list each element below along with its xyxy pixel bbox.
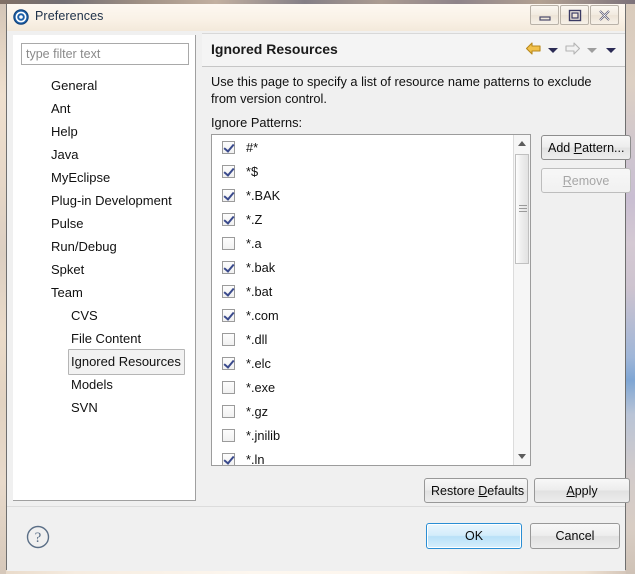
pattern-label: *.a [246, 235, 262, 251]
pattern-row[interactable]: *.bat [212, 279, 515, 303]
sidebar-item-svn[interactable]: SVN [13, 395, 194, 418]
sidebar-item-help[interactable]: Help [13, 119, 194, 142]
pattern-row[interactable]: *.exe [212, 375, 515, 399]
page-menu-chevron-down-icon[interactable] [606, 47, 616, 53]
cancel-button[interactable]: Cancel [530, 523, 620, 549]
pattern-label: *.ln [246, 451, 265, 466]
maximize-restore-icon[interactable] [560, 5, 589, 25]
pattern-row[interactable]: #* [212, 135, 515, 159]
pattern-checkbox[interactable] [222, 356, 235, 370]
pattern-row[interactable]: *$ [212, 159, 515, 183]
close-icon[interactable] [590, 5, 619, 25]
pattern-checkbox[interactable] [222, 380, 235, 394]
remove-label: Remove [562, 173, 610, 188]
title-bar: Preferences [7, 4, 625, 32]
svg-text:?: ? [35, 530, 42, 546]
restore-defaults-button[interactable]: Restore Defaults [424, 478, 528, 503]
sidebar-item-myeclipse[interactable]: MyEclipse [13, 165, 194, 188]
apply-button[interactable]: Apply [534, 478, 630, 503]
pattern-checkbox[interactable] [222, 260, 235, 274]
pattern-label: *.bak [246, 259, 276, 275]
pattern-row[interactable]: *.Z [212, 207, 515, 231]
pattern-checkbox[interactable] [222, 332, 235, 346]
ignore-patterns-rows: #* *$ *.BAK *.Z *.a *.bak *.bat *.com *.dll *.elc… [212, 135, 515, 465]
pattern-row[interactable]: *.jnilib [212, 423, 515, 447]
sidebar-item-pulse[interactable]: Pulse [13, 211, 194, 234]
pattern-row[interactable]: *.com [212, 303, 515, 327]
pattern-row[interactable]: *.elc [212, 351, 515, 375]
help-question-icon[interactable]: ? [25, 524, 51, 550]
sidebar-item-file-content[interactable]: File Content [13, 326, 194, 349]
pattern-checkbox[interactable] [222, 236, 235, 250]
sidebar-item-label: SVN [71, 400, 98, 415]
preferences-circle-icon [13, 9, 29, 25]
restore-defaults-label: Restore Defaults [431, 483, 525, 498]
pattern-row[interactable]: *.bak [212, 255, 515, 279]
back-arrow-icon[interactable] [525, 41, 542, 59]
dialog-content: GeneralAntHelpJavaMyEclipsePlug-in Devel… [7, 31, 631, 571]
scroll-up-arrow-icon[interactable] [514, 135, 530, 152]
pattern-checkbox[interactable] [222, 308, 235, 322]
add-pattern-label: Add Pattern... [548, 140, 625, 155]
sidebar-item-general[interactable]: General [13, 73, 194, 96]
pattern-label: *.gz [246, 403, 269, 419]
sidebar-item-run-debug[interactable]: Run/Debug [13, 234, 194, 257]
sidebar-item-cvs[interactable]: CVS [13, 303, 194, 326]
scrollbar-thumb[interactable] [515, 154, 529, 264]
pattern-checkbox[interactable] [222, 188, 235, 202]
back-history-chevron-down-icon[interactable] [548, 47, 558, 53]
preferences-dialog: Preferences GeneralAntHelpJavaMyEclipseP… [6, 4, 631, 571]
sidebar-item-plug-in-development[interactable]: Plug-in Development [13, 188, 194, 211]
pattern-label: *.jnilib [246, 427, 281, 443]
page-title: Ignored Resources [211, 41, 338, 57]
pattern-label: *.elc [246, 355, 271, 371]
page-description: Use this page to specify a list of resou… [211, 74, 592, 106]
pattern-label: *.bat [246, 283, 273, 299]
ok-button[interactable]: OK [426, 523, 522, 549]
pattern-checkbox[interactable] [222, 212, 235, 226]
pattern-label: *$ [246, 163, 259, 179]
forward-history-chevron-down-icon [587, 47, 597, 53]
ignored-resources-page: Ignored Resources Use this page to speci… [202, 31, 631, 506]
pattern-checkbox[interactable] [222, 452, 235, 465]
scrollbar-grip-icon [519, 205, 527, 212]
pattern-label: *.com [246, 307, 279, 323]
preferences-tree-pane: GeneralAntHelpJavaMyEclipsePlug-in Devel… [13, 35, 196, 501]
apply-label: Apply [566, 483, 598, 498]
pattern-label: *.BAK [246, 187, 281, 203]
pattern-label: #* [246, 139, 259, 155]
ignore-patterns-list[interactable]: #* *$ *.BAK *.Z *.a *.bak *.bat *.com *.dll *.elc… [211, 134, 531, 466]
pattern-row[interactable]: *.ln [212, 447, 515, 465]
ignore-patterns-label: Ignore Patterns: [211, 115, 303, 130]
list-scrollbar[interactable] [513, 135, 530, 465]
window-title: Preferences [35, 9, 104, 23]
pattern-checkbox[interactable] [222, 404, 235, 418]
preferences-tree[interactable]: General Ant Help Java MyEclipse Plug-in Devel… [13, 73, 194, 498]
pattern-checkbox[interactable] [222, 284, 235, 298]
sidebar-item-ignored-resources[interactable]: Ignored Resources [13, 349, 194, 375]
pattern-row[interactable]: *.gz [212, 399, 515, 423]
sidebar-item-team[interactable]: Team [13, 280, 194, 303]
sidebar-item-ant[interactable]: Ant [13, 96, 194, 119]
remove-button[interactable]: Remove [541, 168, 631, 193]
minimize-icon[interactable] [530, 5, 559, 25]
page-header: Ignored Resources [202, 33, 625, 67]
pattern-label: *.dll [246, 331, 268, 347]
sidebar-item-spket[interactable]: Spket [13, 257, 194, 280]
pattern-row[interactable]: *.dll [212, 327, 515, 351]
sidebar-item-models[interactable]: Models [13, 372, 194, 395]
sidebar-item-java[interactable]: Java [13, 142, 194, 165]
pattern-checkbox[interactable] [222, 164, 235, 178]
add-pattern-button[interactable]: Add Pattern... [541, 135, 631, 160]
filter-input[interactable] [21, 43, 189, 65]
forward-arrow-icon [564, 41, 581, 59]
pattern-row[interactable]: *.a [212, 231, 515, 255]
pattern-label: *.Z [246, 211, 263, 227]
scroll-down-arrow-icon[interactable] [514, 448, 530, 465]
pattern-checkbox[interactable] [222, 140, 235, 154]
page-nav-toolbar [525, 42, 619, 58]
pattern-label: *.exe [246, 379, 276, 395]
pattern-checkbox[interactable] [222, 428, 235, 442]
pattern-row[interactable]: *.BAK [212, 183, 515, 207]
